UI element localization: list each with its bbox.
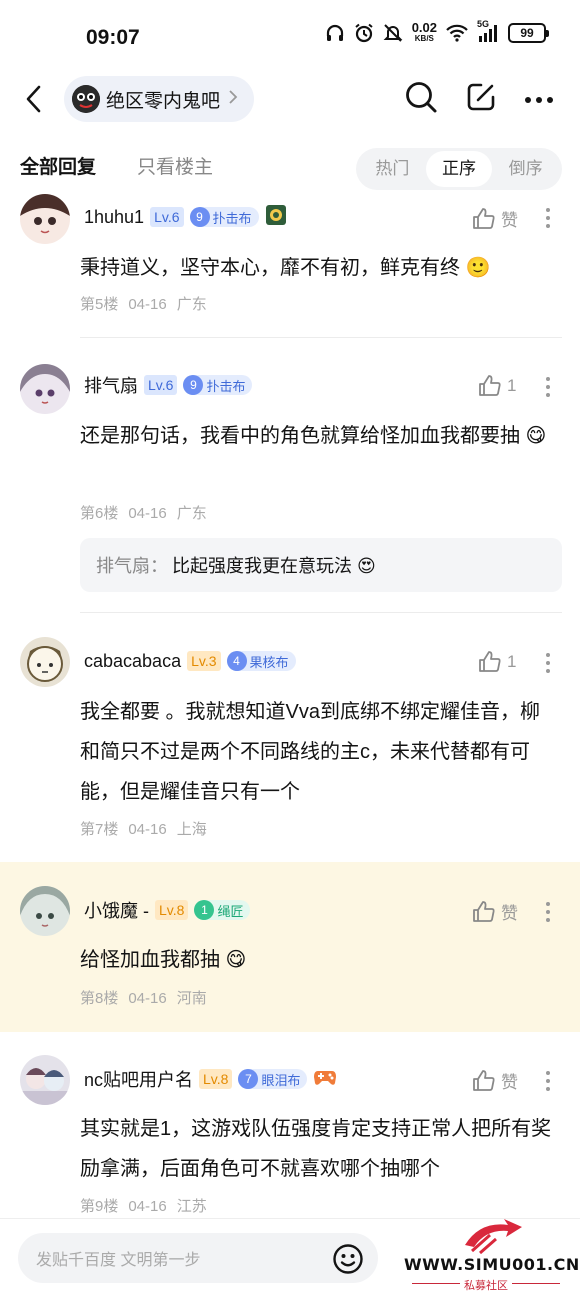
fan-level: 1 bbox=[194, 900, 215, 920]
reply-meta: 第8楼 04-16 河南 bbox=[80, 987, 217, 1008]
reply-date: 04-16 bbox=[128, 1198, 167, 1215]
user-info: cabacabaca Lv.3 4 果核布 bbox=[84, 648, 296, 674]
level-badge: Lv.8 bbox=[199, 1069, 233, 1089]
reply-text: 其实就是1，这游戏队伍强度肯定支持正常人把所有奖励拿满，后面角色可不就喜欢哪个抽… bbox=[80, 1118, 552, 1180]
avatar[interactable] bbox=[20, 364, 70, 414]
ip-location: 江苏 bbox=[176, 1198, 207, 1215]
like-button[interactable]: 赞 bbox=[472, 1068, 518, 1093]
watermark: WWW.SIMU001.CN 私募社区 bbox=[400, 1219, 580, 1295]
like-button[interactable]: 1 bbox=[478, 650, 516, 674]
ip-location: 上海 bbox=[176, 821, 207, 838]
gamepad-icon bbox=[313, 1067, 337, 1092]
ip-location: 河南 bbox=[176, 990, 207, 1007]
user-info: 小饿魔 - Lv.8 1 绳匠 bbox=[84, 897, 251, 923]
thumb-up-icon bbox=[473, 900, 495, 922]
level-badge: Lv.8 bbox=[155, 900, 189, 920]
user-info: 排气扇 Lv.6 9 扑击布 bbox=[84, 372, 253, 398]
fan-badge: 9 扑击布 bbox=[183, 375, 253, 395]
more-options-icon[interactable] bbox=[540, 1071, 556, 1091]
user-info: nc贴吧用户名 Lv.8 7 眼泪布 bbox=[84, 1066, 337, 1092]
reply-meta: 第6楼 04-16 广东 bbox=[80, 502, 217, 523]
like-count: 赞 bbox=[501, 904, 518, 923]
like-button[interactable]: 1 bbox=[478, 374, 516, 398]
watermark-logo bbox=[465, 1219, 522, 1255]
reply-list-abs: 排气扇 Lv.6 9 扑击布 1 还是那句话，我看中的角色就算给怪加血我都要抽 😋… bbox=[0, 0, 580, 1218]
reply-date: 04-16 bbox=[128, 821, 167, 838]
divider bbox=[80, 612, 562, 613]
fan-badge: 7 眼泪布 bbox=[238, 1069, 308, 1089]
reply-text: 给怪加血我都抽 😋 bbox=[80, 949, 247, 971]
ip-location: 广东 bbox=[176, 505, 207, 522]
reply-meta: 第7楼 04-16 上海 bbox=[80, 818, 217, 839]
username[interactable]: 排气扇 bbox=[84, 372, 138, 398]
thumb-up-icon bbox=[473, 1069, 495, 1091]
avatar[interactable] bbox=[20, 1055, 70, 1105]
like-count: 1 bbox=[507, 376, 517, 395]
like-count: 1 bbox=[507, 652, 517, 671]
fan-level: 4 bbox=[226, 651, 247, 671]
avatar[interactable] bbox=[20, 637, 70, 687]
sub-reply-author[interactable]: 排气扇： bbox=[96, 552, 168, 578]
bottom-bar: 发贴千百度 文明第一步 WWW.SIMU001.CN 私募社区 bbox=[0, 1218, 580, 1295]
reply-date: 04-16 bbox=[128, 990, 167, 1007]
fan-badge: 4 果核布 bbox=[226, 651, 296, 671]
watermark-sub: 私募社区 bbox=[464, 1280, 508, 1292]
floor-number: 第7楼 bbox=[80, 821, 119, 838]
username[interactable]: nc贴吧用户名 bbox=[84, 1066, 193, 1092]
sub-reply-text: 比起强度我更在意玩法 😍 bbox=[172, 556, 376, 576]
avatar[interactable] bbox=[20, 886, 70, 936]
like-button[interactable]: 赞 bbox=[472, 899, 518, 924]
reply-meta: 第9楼 04-16 江苏 bbox=[80, 1195, 217, 1216]
username[interactable]: 小饿魔 - bbox=[84, 897, 149, 923]
fan-level: 9 bbox=[183, 375, 204, 395]
reply-text: 还是那句话，我看中的角色就算给怪加血我都要抽 😋 bbox=[80, 425, 547, 447]
more-options-icon[interactable] bbox=[540, 653, 556, 673]
fan-title: 绳匠 bbox=[217, 903, 244, 919]
fan-title: 果核布 bbox=[249, 654, 289, 670]
fan-title: 眼泪布 bbox=[261, 1072, 301, 1088]
emoji-icon[interactable] bbox=[332, 1243, 364, 1280]
level-badge: Lv.3 bbox=[187, 651, 221, 671]
watermark-rule-right bbox=[512, 1283, 560, 1284]
reply-input[interactable]: 发贴千百度 文明第一步 bbox=[18, 1233, 378, 1283]
more-options-icon[interactable] bbox=[540, 377, 556, 397]
thumb-up-icon bbox=[479, 375, 501, 396]
sub-reply[interactable]: 排气扇： 比起强度我更在意玩法 😍 bbox=[80, 538, 562, 592]
watermark-url: WWW.SIMU001.CN bbox=[404, 1255, 580, 1274]
thumb-up-icon bbox=[479, 651, 501, 672]
floor-number: 第9楼 bbox=[80, 1198, 119, 1215]
like-count: 赞 bbox=[501, 1073, 518, 1092]
reply-date: 04-16 bbox=[128, 505, 167, 522]
more-options-icon[interactable] bbox=[540, 902, 556, 922]
username[interactable]: cabacabaca bbox=[84, 651, 181, 672]
level-badge: Lv.6 bbox=[144, 375, 178, 395]
floor-number: 第6楼 bbox=[80, 505, 119, 522]
fan-badge: 1 绳匠 bbox=[194, 900, 251, 920]
fan-level: 7 bbox=[238, 1069, 259, 1089]
fan-title: 扑击布 bbox=[206, 378, 246, 394]
reply-text: 我全都要 。我就想知道Vva到底绑不绑定耀佳音，柳和简只不过是两个不同路线的主c… bbox=[80, 701, 541, 803]
floor-number: 第8楼 bbox=[80, 990, 119, 1007]
